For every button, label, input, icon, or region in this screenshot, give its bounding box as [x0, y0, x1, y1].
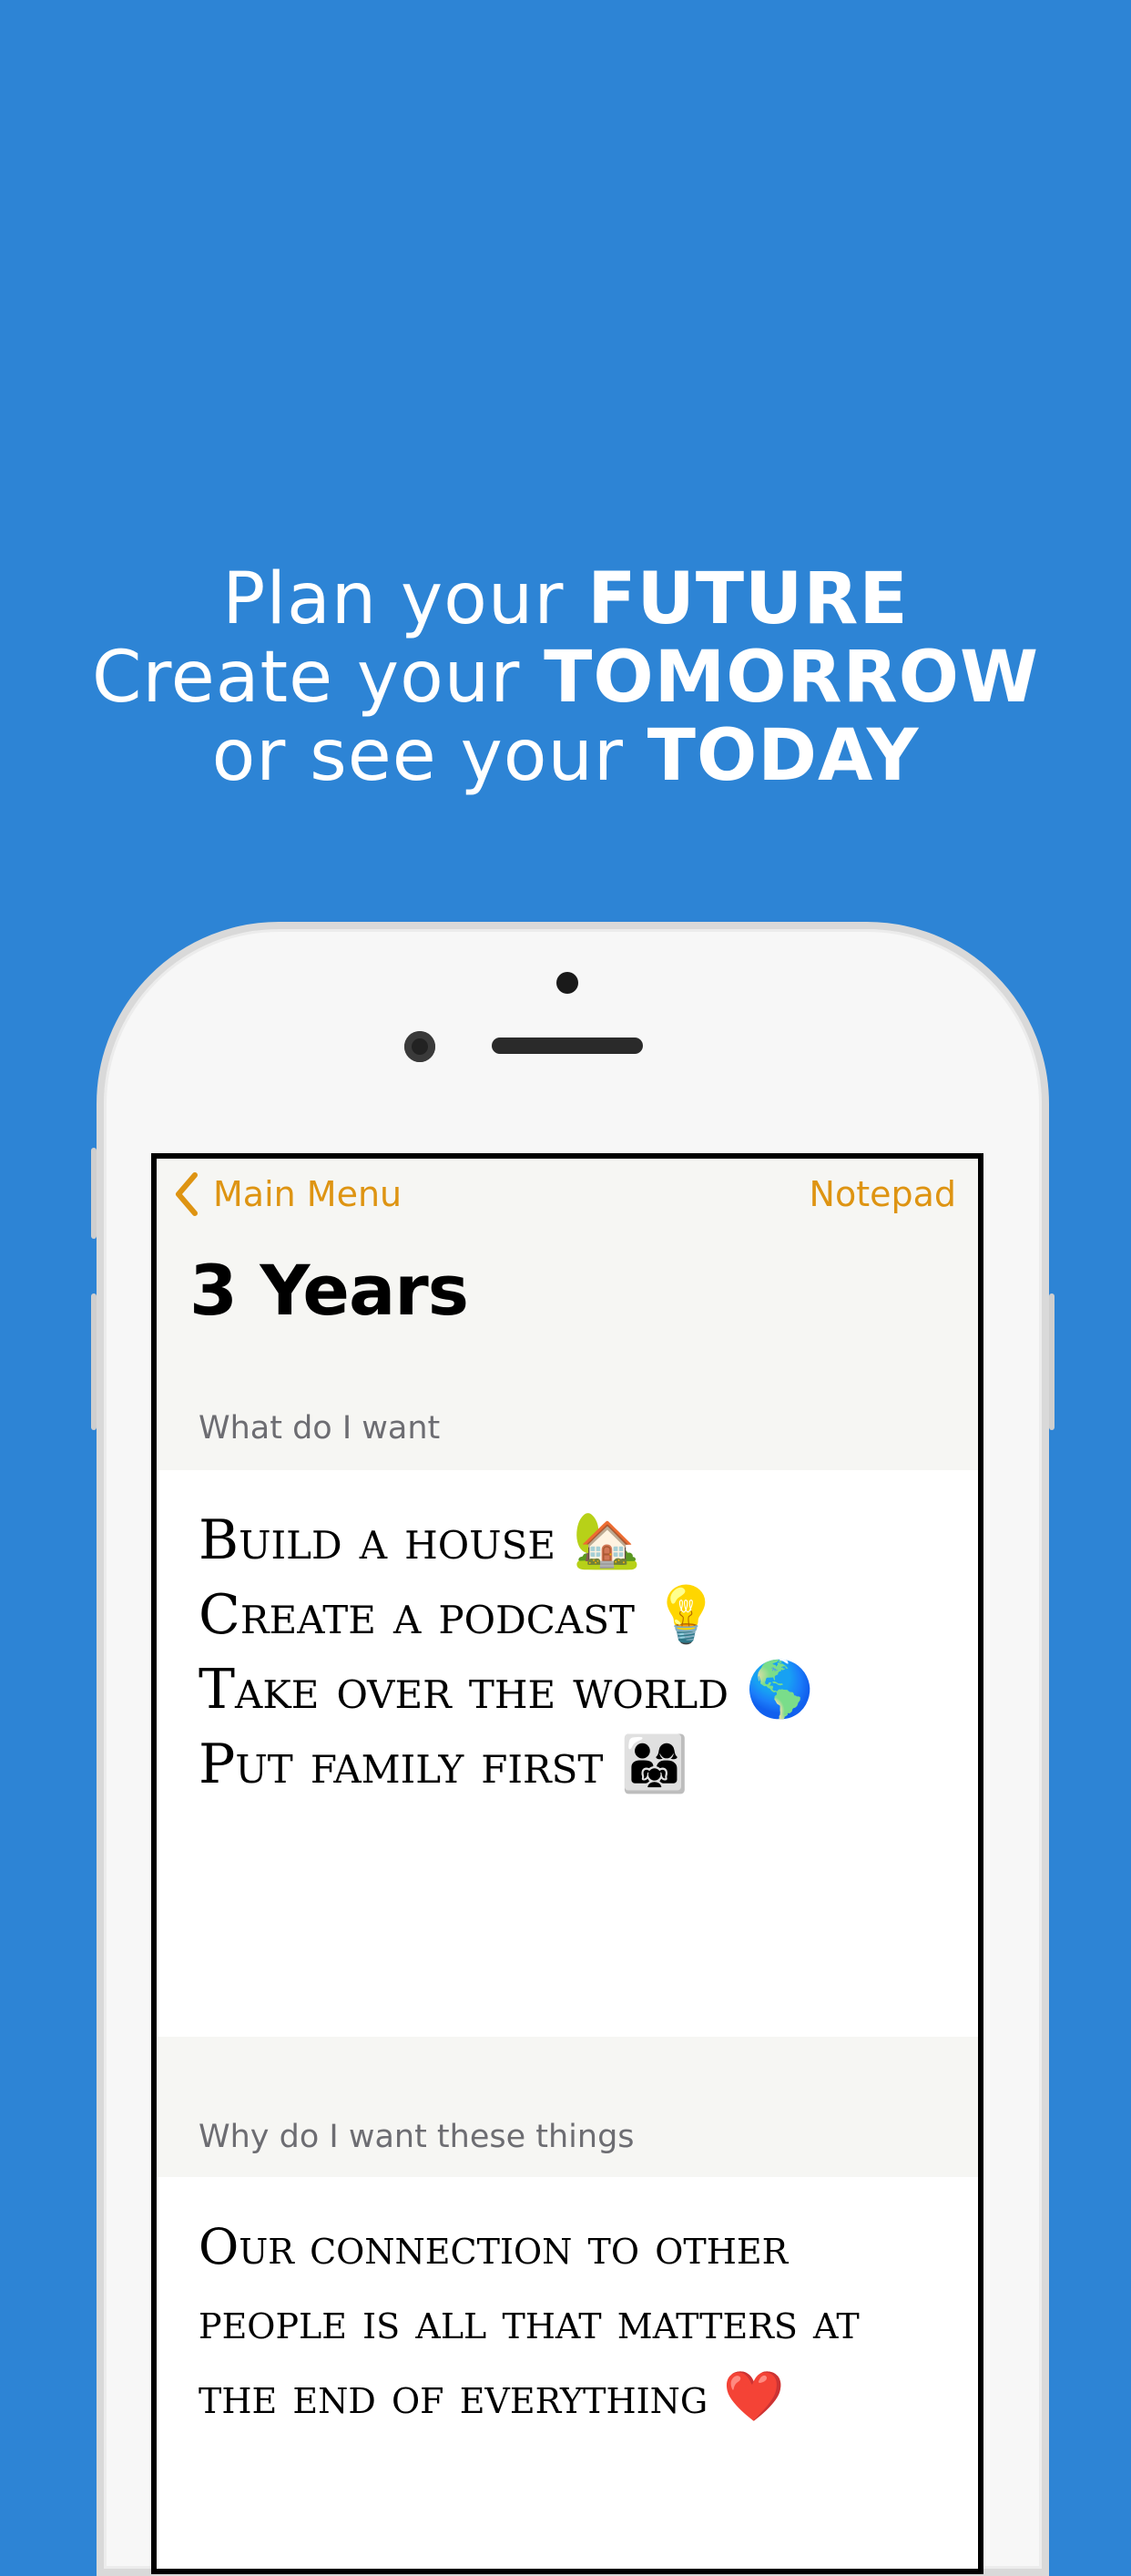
phone-frame: Main Menu Notepad 3 Years What do I want… — [91, 922, 1055, 2576]
phone-side-button-right — [1049, 1293, 1055, 1430]
phone-side-button-mid — [91, 1293, 97, 1430]
back-button[interactable]: Main Menu — [171, 1171, 402, 1217]
headline-line-2: Create your TOMORROW — [0, 639, 1131, 717]
what-note-line: Build a house 🏡 — [199, 1508, 641, 1572]
why-note-field[interactable]: Our connection to other people is all th… — [157, 2177, 978, 2569]
what-note-field[interactable]: Build a house 🏡 Create a podcast 💡 Take … — [157, 1470, 978, 2037]
back-button-label: Main Menu — [213, 1174, 402, 1214]
headline-line-3: or see your TODAY — [0, 717, 1131, 795]
phone-screen: Main Menu Notepad 3 Years What do I want… — [151, 1153, 983, 2574]
headline-line-3-light: or see your — [211, 715, 647, 797]
what-note-line: Take over the world 🌎 — [199, 1658, 814, 1722]
why-note-line: people is all that matters at — [199, 2293, 860, 2350]
headline-line-2-light: Create your — [91, 637, 545, 719]
proximity-sensor — [556, 972, 578, 994]
earpiece-speaker — [492, 1038, 643, 1054]
section-header-why: Why do I want these things — [199, 2119, 635, 2155]
why-note-line: the end of everything ❤️ — [199, 2367, 785, 2425]
page-title: 3 Years — [189, 1250, 469, 1331]
promo-headline: Plan your FUTURE Create your TOMORROW or… — [0, 560, 1131, 795]
headline-line-1-bold: FUTURE — [587, 558, 909, 640]
headline-line-1-light: Plan your — [222, 558, 588, 640]
what-note-line: Create a podcast 💡 — [199, 1583, 720, 1647]
app-view: Main Menu Notepad 3 Years What do I want… — [157, 1159, 978, 2569]
phone-side-button-top — [91, 1148, 97, 1239]
front-camera — [404, 1031, 435, 1062]
headline-line-2-bold: TOMORROW — [544, 637, 1040, 719]
headline-line-3-bold: TODAY — [647, 715, 920, 797]
section-header-what: What do I want — [199, 1410, 441, 1446]
notepad-button[interactable]: Notepad — [810, 1171, 956, 1217]
navigation-bar: Main Menu Notepad — [157, 1159, 978, 1232]
why-note-line: Our connection to other — [199, 2218, 789, 2275]
chevron-left-icon — [176, 1172, 198, 1216]
what-note-line: Put family first 👨‍👩‍👧 — [199, 1733, 689, 1796]
headline-line-1: Plan your FUTURE — [0, 560, 1131, 639]
